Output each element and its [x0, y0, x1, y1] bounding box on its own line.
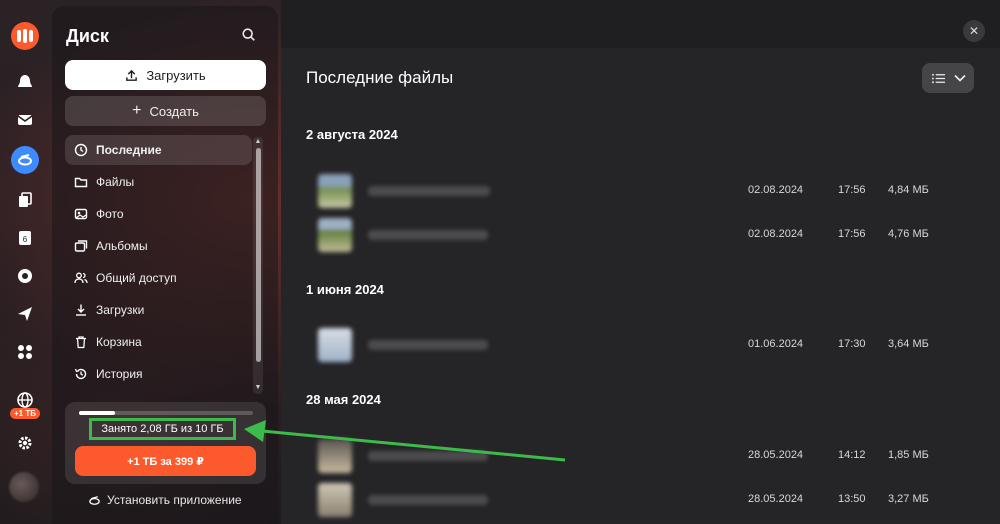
docs-icon[interactable]: [13, 188, 37, 212]
file-date: 01.06.2024: [748, 338, 804, 350]
storage-usage-text: Занято 2,08 ГБ из 10 ГБ: [89, 418, 236, 440]
user-avatar[interactable]: [9, 472, 39, 502]
sidebar-item-label: Общий доступ: [96, 271, 177, 285]
file-date: 02.08.2024: [748, 228, 804, 240]
telemost-icon[interactable]: [13, 302, 37, 326]
view-mode-toggle[interactable]: [922, 63, 974, 93]
sidebar-item-label: Фото: [96, 207, 124, 221]
albums-icon: [74, 240, 88, 252]
create-button[interactable]: + Создать: [65, 96, 266, 126]
file-time: 14:12: [838, 449, 866, 461]
file-thumbnail: [318, 328, 352, 362]
disk-icon[interactable]: [11, 146, 39, 174]
upload-icon: [126, 69, 138, 81]
upload-label: Загрузить: [146, 67, 206, 83]
yandex-logo-icon[interactable]: [11, 22, 39, 50]
sidebar-item-shared[interactable]: Общий доступ: [65, 263, 252, 293]
create-label: Создать: [149, 103, 199, 119]
file-row[interactable]: 28.05.2024 13:50 3,27 МБ: [306, 479, 966, 519]
install-app-link[interactable]: Установить приложение: [88, 493, 242, 507]
messenger-icon[interactable]: [13, 264, 37, 288]
sidebar-item-label: Загрузки: [96, 303, 145, 317]
scroll-up-icon[interactable]: ▲: [254, 138, 262, 146]
file-row[interactable]: 01.06.2024 17:30 3,64 МБ: [306, 324, 966, 364]
file-size: 3,64 МБ: [888, 338, 929, 350]
storage-progress-fill: [79, 411, 116, 415]
sidebar-item-label: Альбомы: [96, 239, 148, 253]
sidebar-nav: Последние Файлы Фото Альбомы Общий досту…: [65, 135, 252, 391]
sidebar-item-label: История: [96, 367, 143, 381]
apps-icon[interactable]: [13, 340, 37, 364]
file-row[interactable]: 28.05.2024 14:12 1,85 МБ: [306, 435, 966, 475]
file-size: 4,76 МБ: [888, 228, 929, 240]
search-icon[interactable]: [241, 27, 259, 45]
file-thumbnail: [318, 439, 352, 473]
download-icon: [76, 304, 86, 316]
sidebar-item-photo[interactable]: Фото: [65, 199, 252, 229]
file-size: 1,85 МБ: [888, 449, 929, 461]
file-size: 3,27 МБ: [888, 493, 929, 505]
install-app-label: Установить приложение: [107, 493, 242, 507]
storage-card: Занято 2,08 ГБ из 10 ГБ +1 ТБ за 399 ₽: [65, 402, 266, 484]
sidebar-item-downloads[interactable]: Загрузки: [65, 295, 252, 325]
file-name-blurred: [368, 340, 488, 350]
disk-app-icon: [89, 495, 100, 505]
storage-offer-badge[interactable]: +1 ТБ: [10, 408, 40, 419]
trash-icon: [76, 336, 86, 349]
date-group-title: 1 июня 2024: [306, 282, 384, 297]
file-thumbnail: [318, 483, 352, 517]
photo-icon: [74, 208, 88, 220]
file-thumbnail: [318, 218, 352, 252]
calendar-icon[interactable]: 6: [13, 226, 37, 250]
file-size: 4,84 МБ: [888, 184, 929, 196]
file-date: 02.08.2024: [748, 184, 804, 196]
scroll-down-icon[interactable]: ▼: [254, 384, 262, 392]
sidebar-item-label: Корзина: [96, 335, 142, 349]
main-content: ✕ Последние файлы 2 августа 2024 02.08.2…: [281, 0, 1000, 524]
svg-text:6: 6: [23, 235, 28, 244]
page-title: Последние файлы: [306, 68, 454, 87]
date-group-title: 2 августа 2024: [306, 127, 398, 142]
sidebar-item-albums[interactable]: Альбомы: [65, 231, 252, 261]
sidebar-item-history[interactable]: История: [65, 359, 252, 389]
upload-button[interactable]: Загрузить: [65, 60, 266, 90]
sidebar-item-label: Последние: [96, 143, 162, 157]
storage-progress-bar: [79, 411, 253, 415]
file-name-blurred: [368, 230, 488, 240]
file-name-blurred: [368, 495, 488, 505]
rail-bottom: +1 ТБ: [0, 388, 50, 455]
chevron-down-icon: [953, 74, 966, 82]
file-row[interactable]: 02.08.2024 17:56 4,84 МБ: [306, 170, 966, 210]
sidebar-item-recent[interactable]: Последние: [65, 135, 252, 165]
file-date: 28.05.2024: [748, 493, 804, 505]
settings-gear-icon[interactable]: [13, 431, 37, 455]
file-time: 17:56: [838, 184, 866, 196]
app-title: Диск: [66, 26, 109, 46]
file-name-blurred: [368, 186, 490, 196]
file-time: 17:30: [838, 338, 866, 350]
close-icon[interactable]: ✕: [963, 20, 985, 42]
file-time: 17:56: [838, 228, 866, 240]
list-view-icon: [931, 73, 945, 83]
scrollbar-thumb[interactable]: [256, 148, 261, 362]
history-icon: [74, 368, 87, 380]
file-thumbnail: [318, 174, 352, 208]
sidebar-item-trash[interactable]: Корзина: [65, 327, 252, 357]
file-name-blurred: [368, 451, 488, 461]
cloud-icon[interactable]: [13, 70, 37, 94]
file-row[interactable]: 02.08.2024 17:56 4,76 МБ: [306, 214, 966, 254]
clock-icon: [74, 143, 88, 157]
sidebar-item-label: Файлы: [96, 175, 135, 189]
buy-storage-button[interactable]: +1 ТБ за 399 ₽: [75, 446, 256, 476]
file-date: 28.05.2024: [748, 449, 804, 461]
mail-icon[interactable]: [13, 108, 37, 132]
shared-icon: [74, 272, 88, 284]
disk-sidebar: Диск Загрузить + Создать Последние Файлы…: [52, 6, 278, 524]
file-time: 13:50: [838, 493, 866, 505]
folder-icon: [74, 177, 88, 188]
plus-icon: +: [132, 102, 142, 119]
sidebar-item-files[interactable]: Файлы: [65, 167, 252, 197]
date-group-title: 28 мая 2024: [306, 392, 381, 407]
main-topbar: [281, 0, 1000, 48]
